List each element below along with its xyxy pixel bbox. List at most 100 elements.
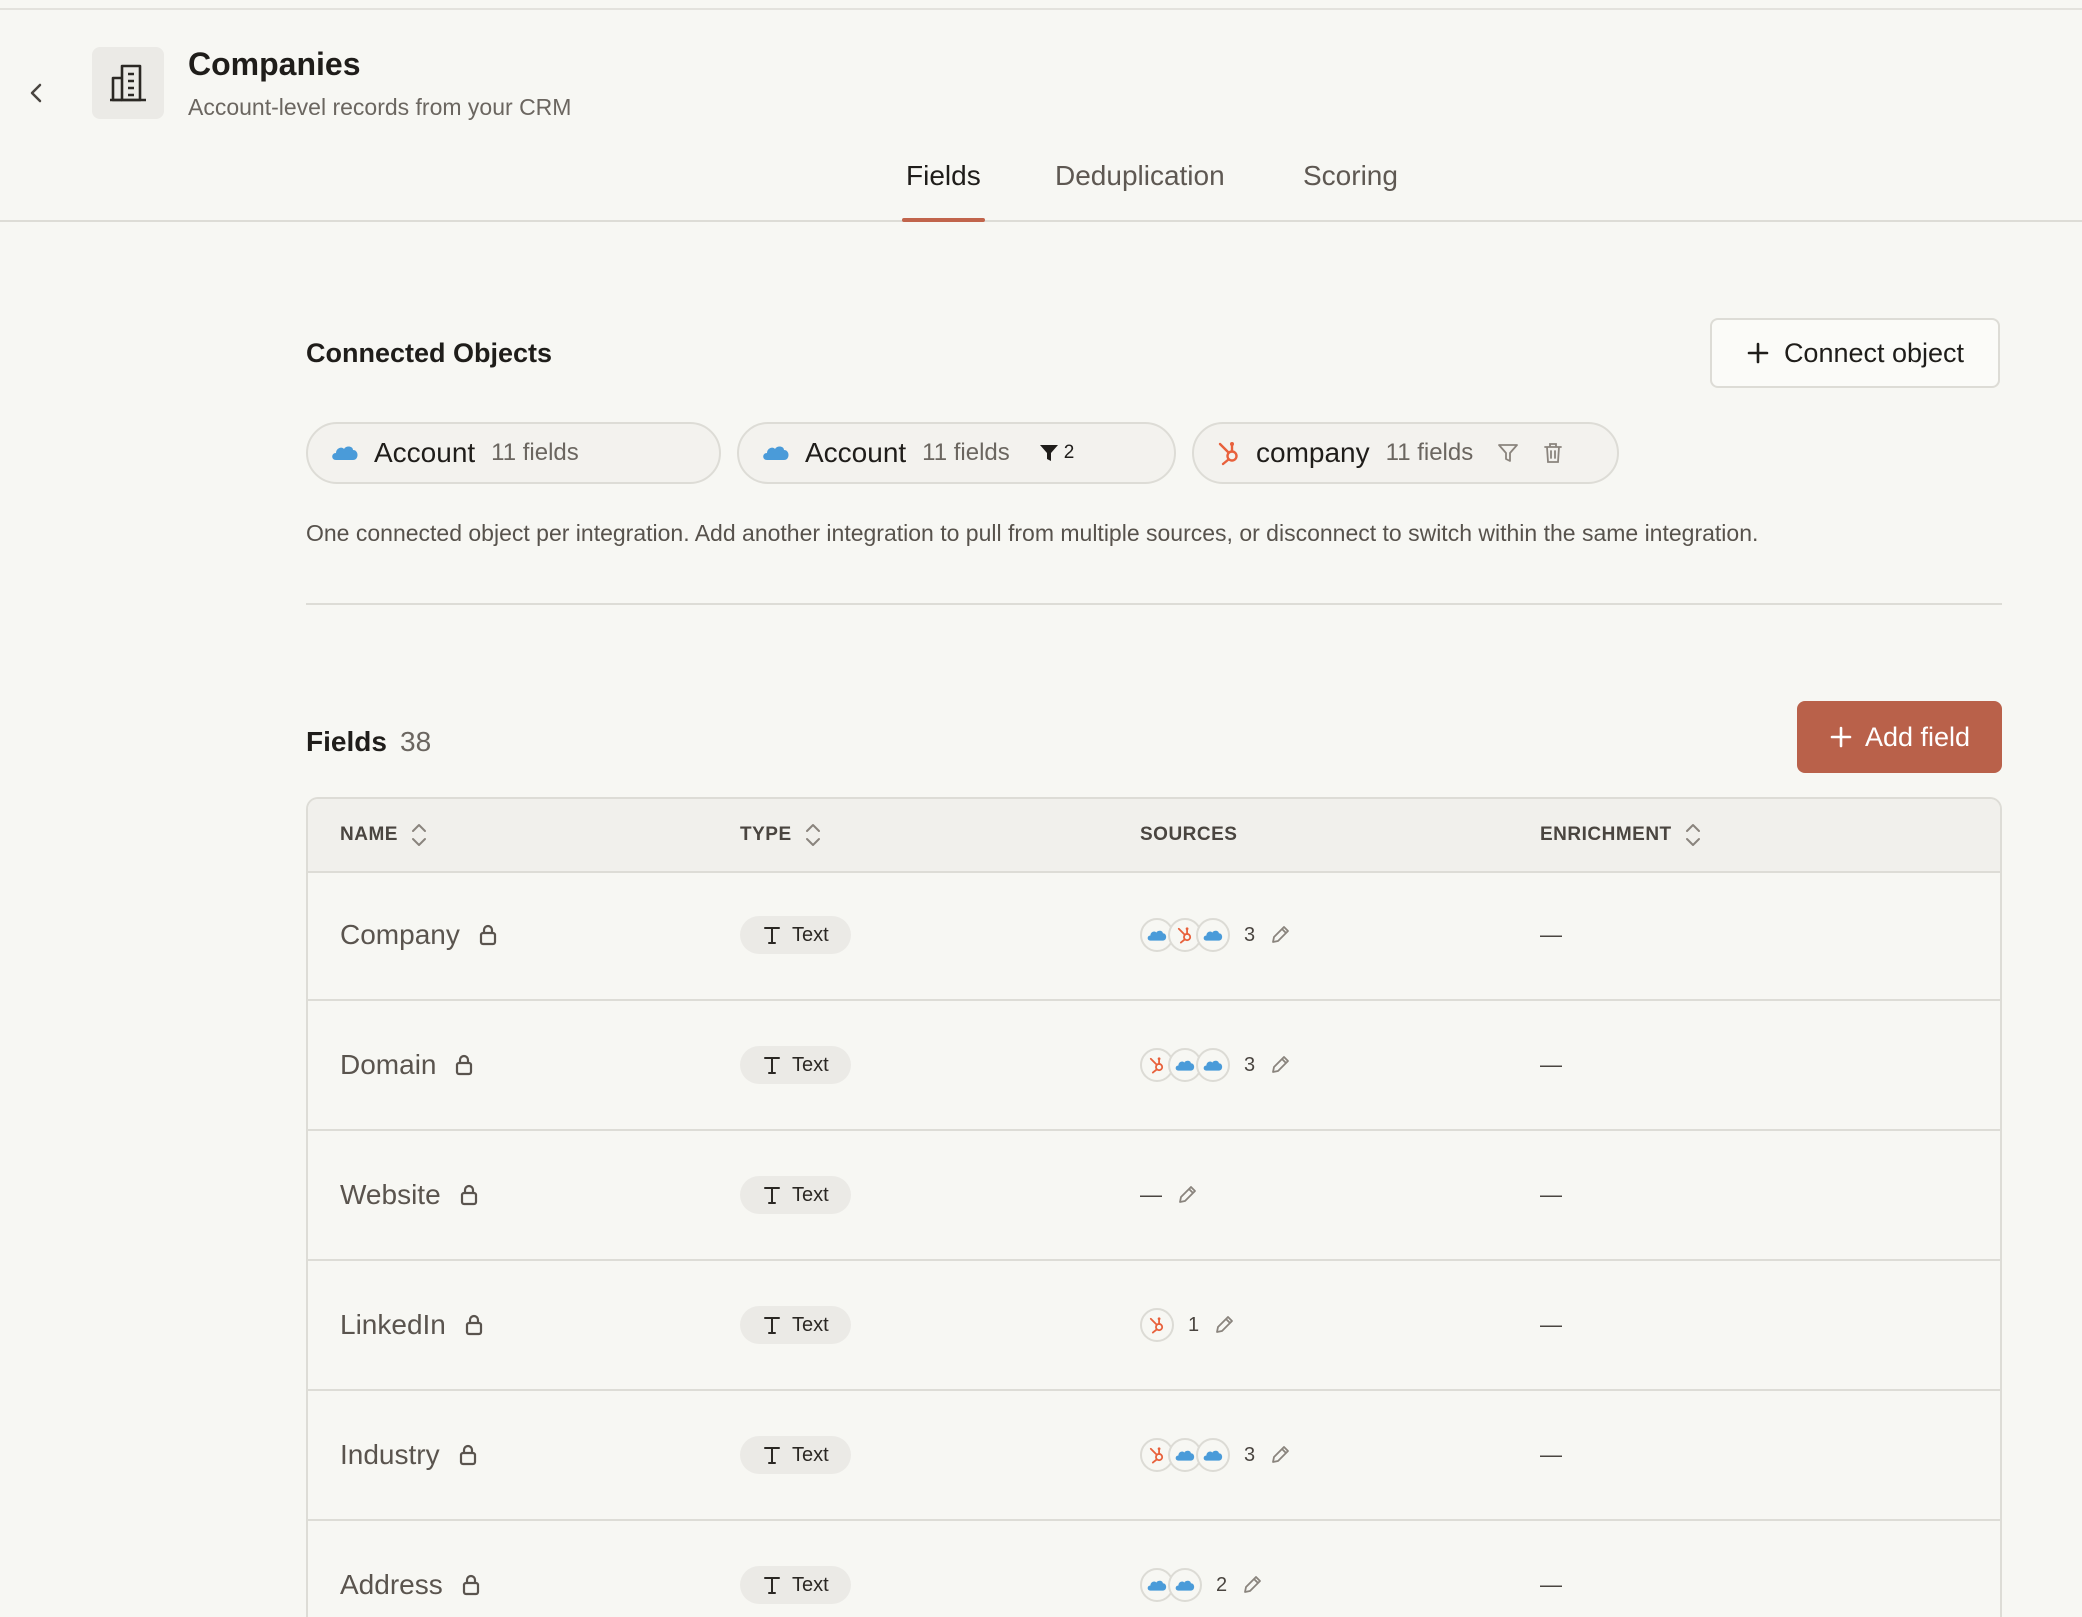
column-header-name[interactable]: NAME	[340, 799, 428, 871]
table-row[interactable]: Domain Text 3 —	[308, 1001, 2000, 1131]
chip-object-name: company	[1256, 437, 1370, 468]
type-label: Text	[792, 1053, 829, 1076]
column-header-label: TYPE	[740, 824, 792, 845]
plus-icon	[1747, 342, 1769, 364]
pencil-icon	[1269, 924, 1291, 946]
filter-icon	[1039, 445, 1058, 461]
lock-icon	[458, 1443, 478, 1467]
column-header-sources: SOURCES	[1140, 799, 1237, 871]
column-header-type[interactable]: TYPE	[740, 799, 822, 871]
edit-sources-button[interactable]	[1269, 1444, 1291, 1466]
back-button[interactable]	[22, 75, 52, 111]
tab-deduplication[interactable]: Deduplication	[1051, 160, 1229, 220]
field-name: Industry	[340, 1439, 440, 1470]
enrichment-cell: —	[1540, 1182, 1562, 1207]
field-name: Website	[340, 1179, 441, 1210]
field-name: Company	[340, 919, 460, 950]
connected-object-chip[interactable]: Account 11 fields	[306, 422, 721, 484]
text-type-icon	[762, 1575, 782, 1595]
column-header-label: NAME	[340, 824, 398, 845]
type-badge: Text	[740, 1436, 851, 1474]
edit-sources-button[interactable]	[1176, 1184, 1198, 1206]
source-icons	[1140, 1308, 1174, 1342]
source-count: 3	[1244, 1053, 1256, 1076]
enrichment-cell: —	[1540, 1442, 1562, 1467]
table-row[interactable]: LinkedIn Text 1 —	[308, 1261, 2000, 1391]
source-icons	[1140, 1568, 1202, 1602]
enrichment-cell: —	[1540, 1052, 1562, 1077]
text-type-icon	[762, 1315, 782, 1335]
type-label: Text	[792, 1443, 829, 1466]
salesforce-icon	[763, 446, 789, 460]
tab-scoring[interactable]: Scoring	[1299, 160, 1402, 220]
chip-field-count: 11 fields	[922, 439, 1010, 466]
enrichment-cell: —	[1540, 1312, 1562, 1337]
edit-sources-button[interactable]	[1213, 1314, 1235, 1336]
sources-cell: 1	[1140, 1261, 1235, 1389]
field-name: LinkedIn	[340, 1309, 446, 1340]
text-type-icon	[762, 1185, 782, 1205]
source-count: 1	[1188, 1313, 1200, 1336]
table-row[interactable]: Address Text 2 —	[308, 1521, 2000, 1617]
sort-icon	[1685, 824, 1700, 846]
field-name: Domain	[340, 1049, 437, 1080]
sort-icon	[805, 824, 820, 846]
enrichment-cell: —	[1540, 922, 1562, 947]
sources-cell: 3	[1140, 871, 1291, 999]
source-count: —	[1140, 1182, 1162, 1207]
connected-object-chip[interactable]: company 11 fields	[1192, 422, 1619, 484]
sources-cell: 2	[1140, 1521, 1263, 1617]
trash-icon	[1544, 443, 1563, 463]
table-row[interactable]: Industry Text 3 —	[308, 1391, 2000, 1521]
field-name: Address	[340, 1569, 443, 1600]
chevron-left-icon	[30, 83, 42, 103]
source-icons	[1140, 1048, 1230, 1082]
chip-delete-button[interactable]	[1543, 442, 1563, 464]
type-label: Text	[792, 1183, 829, 1206]
edit-sources-button[interactable]	[1269, 924, 1291, 946]
filter-icon	[1498, 444, 1519, 462]
type-badge: Text	[740, 1566, 851, 1604]
hubspot-icon	[1218, 442, 1238, 466]
tab-bar: Fields Deduplication Scoring	[0, 160, 2082, 222]
type-badge: Text	[740, 1046, 851, 1084]
lock-icon	[478, 923, 498, 947]
source-icons	[1140, 1438, 1230, 1472]
source-count: 3	[1244, 1443, 1256, 1466]
sources-cell: 3	[1140, 1391, 1291, 1519]
text-type-icon	[762, 1055, 782, 1075]
sources-cell: —	[1140, 1131, 1198, 1259]
plus-icon	[1830, 726, 1852, 748]
sources-cell: 3	[1140, 1001, 1291, 1129]
chip-filter-button[interactable]: 2	[1038, 442, 1074, 464]
tab-fields[interactable]: Fields	[902, 160, 985, 222]
chip-filter-button[interactable]	[1497, 442, 1519, 464]
lock-icon	[459, 1183, 479, 1207]
field-name-cell: Company	[340, 871, 498, 999]
table-row[interactable]: Company Text 3 —	[308, 871, 2000, 1001]
salesforce-icon	[1168, 1568, 1202, 1602]
fields-table: NAME TYPE SOURCES ENRICHMENT Company Text…	[306, 797, 2002, 1617]
section-divider	[306, 603, 2002, 605]
page-header: Companies Account-level records from you…	[0, 10, 2082, 222]
chip-object-name: Account	[374, 437, 476, 468]
chip-object-name: Account	[805, 437, 907, 468]
building-icon	[92, 47, 164, 119]
add-field-button[interactable]: Add field	[1797, 701, 2002, 773]
text-type-icon	[762, 1445, 782, 1465]
edit-sources-button[interactable]	[1241, 1574, 1263, 1596]
table-row[interactable]: Website Text — —	[308, 1131, 2000, 1261]
column-header-label: SOURCES	[1140, 824, 1238, 845]
page-title: Companies	[188, 46, 361, 82]
add-field-label: Add field	[1864, 721, 1971, 752]
hubspot-icon	[1140, 1308, 1174, 1342]
type-badge: Text	[740, 1176, 851, 1214]
pencil-icon	[1269, 1444, 1291, 1466]
connected-object-chip[interactable]: Account 11 fields 2	[737, 422, 1176, 484]
edit-sources-button[interactable]	[1269, 1054, 1291, 1076]
lock-icon	[464, 1313, 484, 1337]
pencil-icon	[1241, 1574, 1263, 1596]
connect-object-button[interactable]: Connect object	[1710, 318, 2000, 388]
column-header-enrichment[interactable]: ENRICHMENT	[1540, 799, 1702, 871]
type-label: Text	[792, 1573, 829, 1596]
